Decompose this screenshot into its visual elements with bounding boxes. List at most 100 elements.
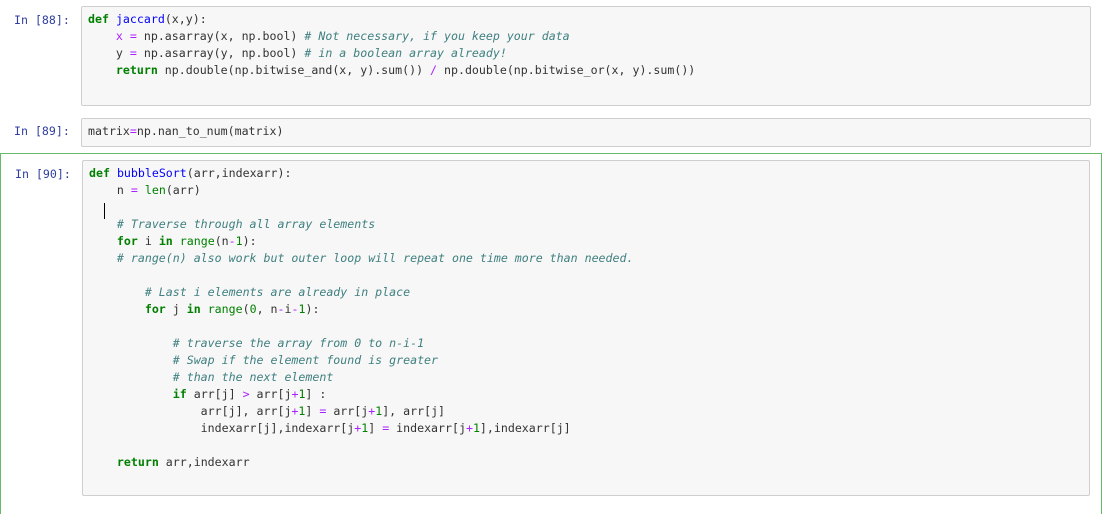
code-token: indexarr[j],indexarr[j	[89, 421, 355, 435]
code-token: , n	[256, 302, 278, 316]
code-token: (n	[214, 234, 229, 248]
code-token: (arr)	[165, 183, 201, 197]
code-token: (x,y):	[164, 12, 207, 26]
code-line: for j in range(0, n-i-1):	[89, 301, 633, 318]
code-token: ]	[305, 404, 320, 418]
code-token: arr[j	[326, 404, 369, 418]
code-line: # range(n) also work but outer loop will…	[89, 250, 634, 267]
code-lines: matrix=np.nan_to_num(matrix)	[88, 123, 283, 140]
code-token: for	[116, 234, 138, 248]
code-token: y	[88, 46, 130, 60]
code-token: =	[130, 183, 138, 197]
code-token: matrix	[88, 124, 130, 138]
code-line: # Last i elements are already in place	[89, 284, 633, 301]
code-token: j	[165, 302, 187, 316]
code-token: # Swap if the element found is greater	[172, 353, 439, 367]
code-token: # Not necessary, if you keep your data	[304, 29, 570, 43]
code-lines: def bubbleSort(arr,indexarr): n = len(ar…	[89, 165, 633, 471]
code-cell-89[interactable]: In [89]: matrix=np.nan_to_num(matrix)	[0, 112, 1102, 148]
code-lines: def jaccard(x,y): x = np.asarray(x, np.b…	[88, 11, 695, 79]
code-line: return arr,indexarr	[89, 454, 633, 471]
code-cell-88[interactable]: In [88]: def jaccard(x,y): x = np.asarra…	[0, 0, 1102, 112]
code-line: # Traverse through all array elements	[89, 216, 633, 233]
code-line: # than the next element	[89, 369, 633, 386]
code-token: np.double(np.bitwise_or(x, y).sum())	[437, 63, 696, 77]
code-token: ] :	[305, 387, 327, 401]
code-token: np.asarray(x, np.bool)	[136, 29, 305, 43]
code-line: def bubbleSort(arr,indexarr):	[89, 165, 633, 182]
code-token: if	[172, 387, 187, 401]
code-token: +	[465, 421, 473, 435]
code-line: indexarr[j],indexarr[j+1] = indexarr[j+1…	[89, 420, 633, 437]
code-editor[interactable]: def bubbleSort(arr,indexarr): n = len(ar…	[82, 160, 1090, 496]
code-line: # traverse the array from 0 to n-i-1	[89, 335, 633, 352]
code-token: in	[186, 302, 201, 316]
code-token: jaccard	[115, 12, 165, 26]
code-token: return	[115, 63, 158, 77]
code-token: =	[129, 29, 137, 43]
code-editor[interactable]: def jaccard(x,y): x = np.asarray(x, np.b…	[81, 6, 1091, 106]
code-token: =	[129, 124, 137, 138]
code-token: n	[89, 183, 131, 197]
code-line: y = np.asarray(y, np.bool) # in a boolea…	[88, 45, 695, 62]
code-token: arr[j	[249, 387, 292, 401]
code-editor[interactable]: matrix=np.nan_to_num(matrix)	[81, 118, 1091, 147]
code-token: in	[158, 234, 173, 248]
code-line: return np.double(np.bitwise_and(x, y).su…	[88, 62, 695, 79]
code-token: range	[179, 234, 215, 248]
code-line: x = np.asarray(x, np.bool) # Not necessa…	[88, 28, 695, 45]
code-line: def jaccard(x,y):	[88, 11, 695, 28]
code-token: def	[88, 12, 109, 26]
code-token: for	[144, 302, 166, 316]
code-token: ):	[242, 234, 257, 248]
code-token: np.double(np.bitwise_and(x, y).sum())	[157, 63, 431, 77]
code-token: np.nan_to_num(matrix)	[136, 124, 284, 138]
code-token: # range(n) also work but outer loop will…	[116, 251, 634, 265]
code-token: indexarr[j	[389, 421, 466, 435]
code-token: arr,indexarr	[158, 455, 250, 469]
code-token: ):	[305, 302, 320, 316]
code-token: # than the next element	[172, 370, 334, 384]
code-token: arr[j], arr[j	[89, 404, 292, 418]
code-token: bubbleSort	[116, 166, 187, 180]
code-token: np.asarray(y, np.bool)	[136, 46, 305, 60]
code-token: i	[137, 234, 159, 248]
code-line: matrix=np.nan_to_num(matrix)	[88, 123, 283, 140]
code-token: ],indexarr[j]	[479, 421, 571, 435]
code-token: /	[430, 63, 438, 77]
code-line: if arr[j] > arr[j+1] :	[89, 386, 633, 403]
code-line: arr[j], arr[j+1] = arr[j+1], arr[j]	[89, 403, 633, 420]
code-token: =	[129, 46, 137, 60]
code-token: -	[228, 234, 236, 248]
code-token: i	[284, 302, 292, 316]
code-token: # Last i elements are already in place	[144, 285, 411, 299]
code-cell-90[interactable]: In [90]: def bubbleSort(arr,indexarr): n…	[0, 153, 1102, 514]
code-token: def	[89, 166, 110, 180]
code-token: range	[207, 302, 243, 316]
code-token: -	[277, 302, 285, 316]
code-token: ], arr[j]	[382, 404, 446, 418]
code-token: >	[242, 387, 250, 401]
code-token: len	[144, 183, 166, 197]
